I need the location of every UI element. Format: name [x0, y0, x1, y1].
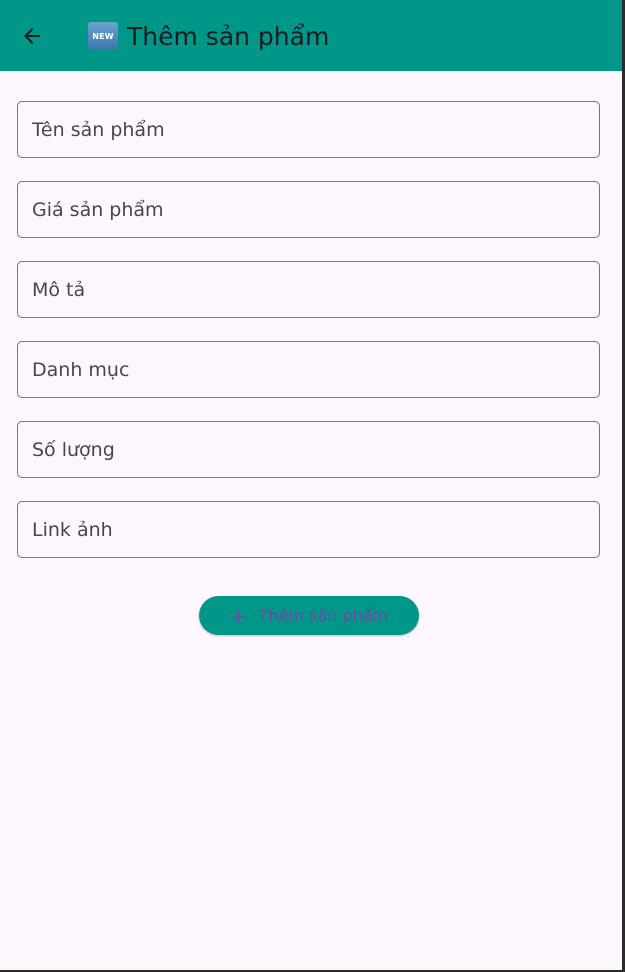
product-category-field[interactable]	[17, 341, 600, 398]
product-price-field[interactable]	[17, 181, 600, 238]
product-image-link-input[interactable]	[18, 502, 599, 557]
add-product-button[interactable]: + Thêm sản phẩm	[199, 596, 419, 635]
product-price-input[interactable]	[18, 182, 599, 237]
new-badge-icon: NEW	[88, 22, 118, 50]
product-category-input[interactable]	[18, 342, 599, 397]
product-description-input[interactable]	[18, 262, 599, 317]
product-quantity-field[interactable]	[17, 421, 600, 478]
page-title: Thêm sản phẩm	[127, 21, 330, 51]
product-name-input[interactable]	[18, 102, 599, 157]
app-bar-title-group: NEW Thêm sản phẩm	[88, 18, 329, 54]
product-quantity-input[interactable]	[18, 422, 599, 477]
screen: NEW Thêm sản phẩm + Thêm sản phẩm	[0, 0, 622, 970]
product-image-link-field[interactable]	[17, 501, 600, 558]
plus-icon: +	[229, 603, 247, 628]
product-description-field[interactable]	[17, 261, 600, 318]
back-button[interactable]	[18, 22, 46, 50]
product-name-field[interactable]	[17, 101, 600, 158]
arrow-back-icon	[24, 28, 40, 44]
app-bar: NEW Thêm sản phẩm	[0, 0, 622, 71]
add-product-button-label: Thêm sản phẩm	[258, 606, 389, 625]
